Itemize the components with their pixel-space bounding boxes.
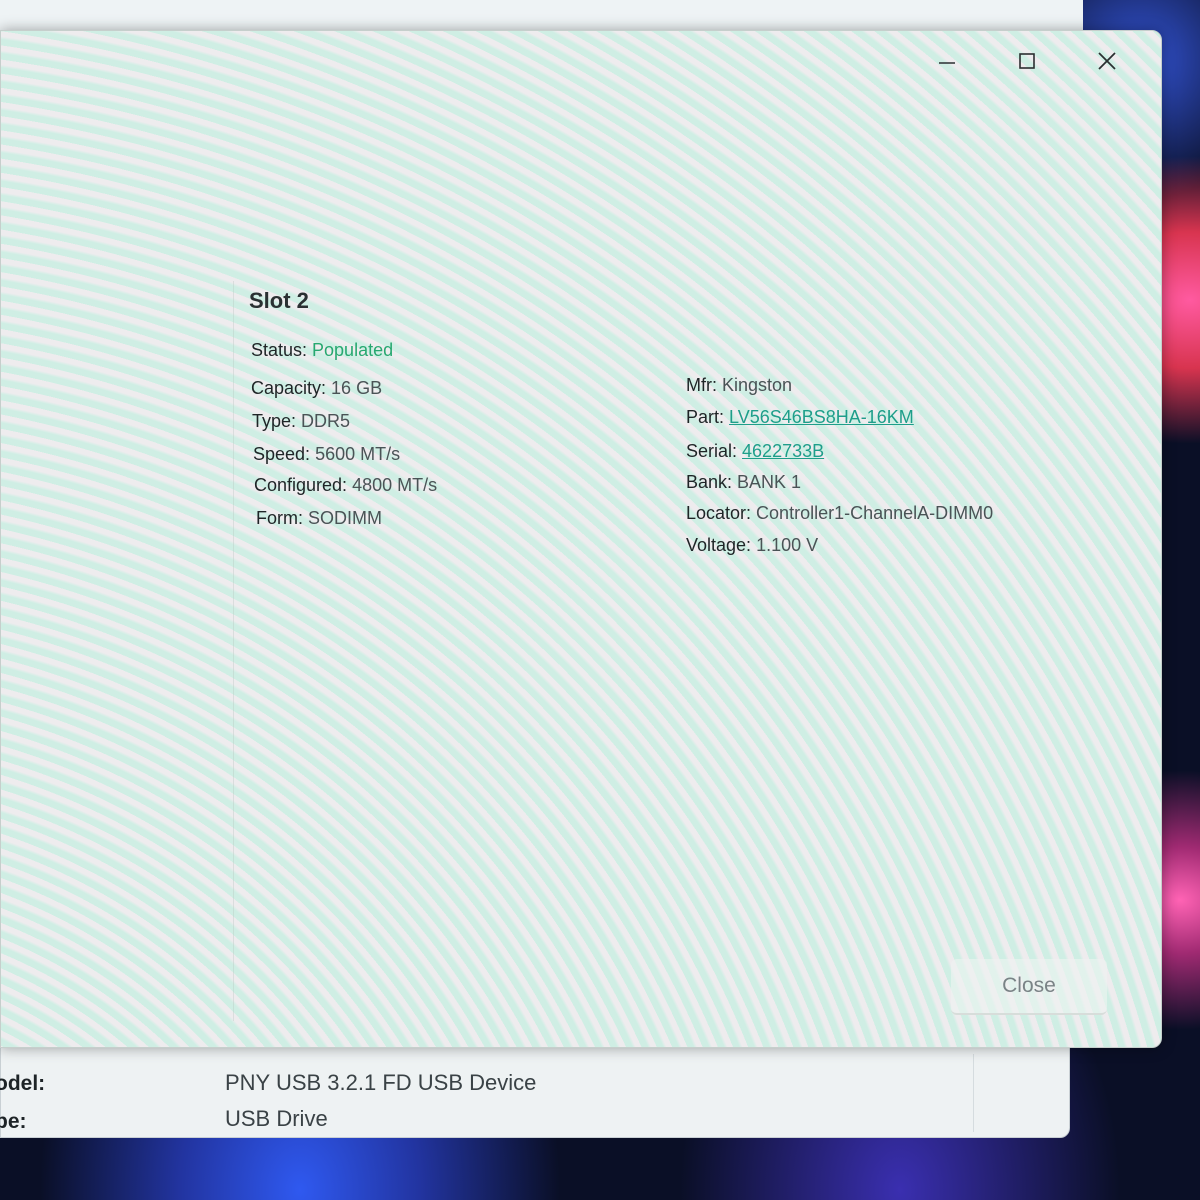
serial-field: Serial: 4622733B <box>686 441 824 462</box>
configured-label: Configured: <box>254 475 353 495</box>
manufacturer-field: Mfr: Kingston <box>686 375 792 396</box>
serial-label: Serial: <box>686 441 743 461</box>
locator-value: Controller1-ChannelA-DIMM0 <box>756 503 994 523</box>
maximize-icon <box>1019 53 1035 69</box>
part-label: Part: <box>686 407 730 427</box>
device-type-label: pe: <box>0 1110 27 1133</box>
capacity-value: 16 GB <box>331 378 383 398</box>
voltage-value: 1.100 V <box>756 535 819 555</box>
device-model-value: PNY USB 3.2.1 FD USB Device <box>225 1070 537 1095</box>
capacity-field: Capacity: 16 GB <box>251 378 382 399</box>
device-model-label: odel: <box>0 1072 46 1095</box>
type-field: Type: DDR5 <box>252 411 350 432</box>
navigation-divider <box>233 281 234 1021</box>
background-window-divider <box>973 1054 974 1132</box>
device-type-value: USB Drive <box>225 1106 328 1131</box>
maximize-button[interactable] <box>987 41 1067 81</box>
serial-number-link[interactable]: 4622733B <box>742 441 824 461</box>
manufacturer-label: Mfr: <box>686 375 722 395</box>
form-label: Form: <box>256 508 308 528</box>
bank-label: Bank: <box>686 472 738 492</box>
status-field: Status: Populated <box>251 340 393 361</box>
status-value: Populated <box>312 340 394 360</box>
speed-value: 5600 MT/s <box>315 444 401 464</box>
close-icon <box>1098 52 1116 70</box>
bank-field: Bank: BANK 1 <box>686 472 801 493</box>
close-button[interactable]: Close <box>951 959 1107 1015</box>
capacity-label: Capacity: <box>251 378 332 398</box>
form-value: SODIMM <box>308 508 382 528</box>
status-label: Status: <box>251 340 313 360</box>
configured-speed-field: Configured: 4800 MT/s <box>254 475 437 496</box>
background-device-window: odel: PNY USB 3.2.1 FD USB Device pe: US… <box>0 1045 1070 1138</box>
part-field: Part: LV56S46BS8HA-16KM <box>686 407 914 428</box>
part-number-link[interactable]: LV56S46BS8HA-16KM <box>729 407 914 427</box>
window-controls <box>907 41 1147 81</box>
manufacturer-value: Kingston <box>722 375 793 395</box>
voltage-field: Voltage: 1.100 V <box>686 535 818 556</box>
minimize-icon <box>939 62 955 64</box>
memory-slot-dialog: Slot 2 Status: Populated Capacity: 16 GB… <box>0 30 1162 1048</box>
form-field: Form: SODIMM <box>256 508 382 529</box>
type-value: DDR5 <box>301 411 351 431</box>
speed-label: Speed: <box>253 444 316 464</box>
window-close-button[interactable] <box>1067 41 1147 81</box>
type-label: Type: <box>252 411 302 431</box>
configured-value: 4800 MT/s <box>352 475 438 495</box>
locator-label: Locator: <box>686 503 757 523</box>
slot-title: Slot 2 <box>249 288 309 313</box>
locator-field: Locator: Controller1-ChannelA-DIMM0 <box>686 503 993 524</box>
bank-value: BANK 1 <box>737 472 802 492</box>
minimize-button[interactable] <box>907 41 987 81</box>
voltage-label: Voltage: <box>686 535 757 555</box>
speed-field: Speed: 5600 MT/s <box>253 444 400 465</box>
